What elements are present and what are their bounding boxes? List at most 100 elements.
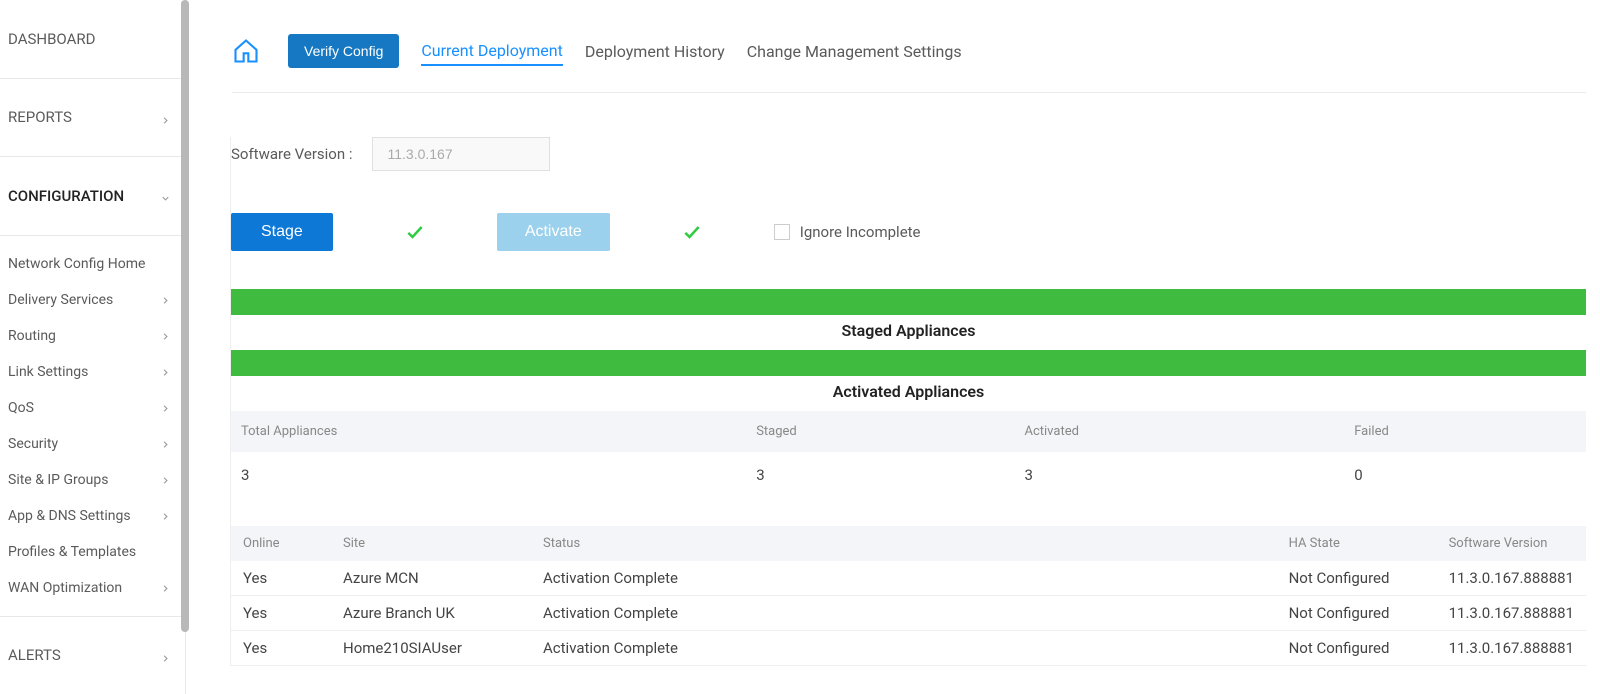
- software-version-input[interactable]: [372, 137, 550, 171]
- sidebar-item-qos[interactable]: QoS: [0, 390, 185, 426]
- table-row: 3 3 3 0: [231, 452, 1586, 498]
- verify-config-button[interactable]: Verify Config: [288, 34, 399, 68]
- table-header-row: Total Appliances Staged Activated Failed: [231, 411, 1586, 452]
- sidebar-item-app-dns-settings[interactable]: App & DNS Settings: [0, 498, 185, 534]
- cell-activated: 3: [1014, 452, 1344, 498]
- chevron-right-icon: [160, 510, 171, 521]
- table-row: Yes Azure MCN Activation Complete Not Co…: [231, 561, 1586, 596]
- details-table: Online Site Status HA State Software Ver…: [231, 526, 1586, 666]
- cell-site: Azure Branch UK: [331, 596, 531, 631]
- check-icon: [680, 222, 704, 242]
- col-activated: Activated: [1014, 411, 1344, 452]
- sidebar-item-network-config-home[interactable]: Network Config Home: [0, 246, 185, 282]
- table-row: Yes Azure Branch UK Activation Complete …: [231, 596, 1586, 631]
- sidebar-item-label: Site & IP Groups: [8, 472, 108, 488]
- tab-current-deployment[interactable]: Current Deployment: [421, 37, 562, 66]
- col-staged: Staged: [746, 411, 1014, 452]
- col-software-version: Software Version: [1437, 526, 1586, 561]
- check-icon: [403, 222, 427, 242]
- chevron-down-icon: [160, 190, 171, 201]
- ignore-incomplete-checkbox[interactable]: Ignore Incomplete: [774, 223, 921, 241]
- sidebar-item-label: Network Config Home: [8, 256, 145, 272]
- cell-online: Yes: [231, 596, 331, 631]
- cell-ha: Not Configured: [1277, 631, 1437, 666]
- chevron-right-icon: [160, 366, 171, 377]
- chevron-right-icon: [160, 294, 171, 305]
- staged-appliances-title: Staged Appliances: [231, 321, 1586, 340]
- cell-staged: 3: [746, 452, 1014, 498]
- tab-deployment-history[interactable]: Deployment History: [585, 38, 725, 65]
- sidebar-item-label: DASHBOARD: [8, 30, 95, 48]
- sidebar-item-label: CONFIGURATION: [8, 187, 124, 205]
- sidebar-item-label: Routing: [8, 328, 56, 344]
- software-version-label: Software Version :: [231, 145, 352, 163]
- cell-ver: 11.3.0.167.888881: [1437, 631, 1586, 666]
- sidebar-item-delivery-services[interactable]: Delivery Services: [0, 282, 185, 318]
- cell-online: Yes: [231, 561, 331, 596]
- sidebar-item-site-ip-groups[interactable]: Site & IP Groups: [0, 462, 185, 498]
- cell-status: Activation Complete: [531, 561, 1277, 596]
- cell-ha: Not Configured: [1277, 561, 1437, 596]
- sidebar-item-label: Security: [8, 436, 58, 452]
- sidebar-item-label: ALERTS: [8, 646, 61, 664]
- col-status: Status: [531, 526, 1277, 561]
- table-header-row: Online Site Status HA State Software Ver…: [231, 526, 1586, 561]
- sidebar-item-wan-optimization[interactable]: WAN Optimization: [0, 570, 185, 606]
- sidebar-item-security[interactable]: Security: [0, 426, 185, 462]
- col-total-appliances: Total Appliances: [231, 411, 746, 452]
- sidebar-scrollbar[interactable]: [181, 0, 189, 632]
- sidebar-item-routing[interactable]: Routing: [0, 318, 185, 354]
- checkbox-box[interactable]: [774, 224, 790, 240]
- sidebar-item-label: QoS: [8, 400, 34, 416]
- stage-button[interactable]: Stage: [231, 213, 333, 251]
- sidebar-item-label: WAN Optimization: [8, 580, 122, 596]
- chevron-right-icon: [160, 402, 171, 413]
- activated-progress-bar: [231, 350, 1586, 376]
- sidebar-sub: Network Config Home Delivery Services Ro…: [0, 236, 185, 606]
- sidebar-item-reports[interactable]: REPORTS: [0, 79, 185, 158]
- sidebar-item-label: Link Settings: [8, 364, 88, 380]
- sidebar-item-configuration[interactable]: CONFIGURATION: [0, 157, 185, 236]
- activate-button[interactable]: Activate: [497, 213, 610, 251]
- home-icon[interactable]: [232, 37, 260, 65]
- chevron-right-icon: [160, 112, 171, 123]
- sidebar-item-label: REPORTS: [8, 108, 72, 126]
- summary-table: Total Appliances Staged Activated Failed…: [231, 411, 1586, 498]
- sidebar-item-alerts[interactable]: ALERTS: [0, 616, 185, 694]
- table-row: Yes Home210SIAUser Activation Complete N…: [231, 631, 1586, 666]
- staged-progress-bar: [231, 289, 1586, 315]
- cell-ha: Not Configured: [1277, 596, 1437, 631]
- sidebar-item-label: Profiles & Templates: [8, 544, 136, 560]
- tabs-row: Verify Config Current Deployment Deploym…: [232, 34, 1586, 93]
- cell-ver: 11.3.0.167.888881: [1437, 561, 1586, 596]
- col-failed: Failed: [1344, 411, 1586, 452]
- col-site: Site: [331, 526, 531, 561]
- cell-site: Azure MCN: [331, 561, 531, 596]
- cell-online: Yes: [231, 631, 331, 666]
- checkbox-label: Ignore Incomplete: [800, 223, 921, 241]
- chevron-right-icon: [160, 474, 171, 485]
- activated-appliances-title: Activated Appliances: [231, 382, 1586, 401]
- sidebar-item-label: Delivery Services: [8, 292, 113, 308]
- content-area: Software Version : Stage Activate Ignore…: [230, 137, 1586, 666]
- sidebar: DASHBOARD REPORTS CONFIGURATION Network …: [0, 0, 186, 694]
- chevron-right-icon: [160, 438, 171, 449]
- cell-ver: 11.3.0.167.888881: [1437, 596, 1586, 631]
- col-online: Online: [231, 526, 331, 561]
- cell-status: Activation Complete: [531, 631, 1277, 666]
- chevron-right-icon: [160, 650, 171, 661]
- cell-status: Activation Complete: [531, 596, 1277, 631]
- cell-total: 3: [231, 452, 746, 498]
- sidebar-item-dashboard[interactable]: DASHBOARD: [0, 0, 185, 79]
- sidebar-item-link-settings[interactable]: Link Settings: [0, 354, 185, 390]
- cell-failed: 0: [1344, 452, 1586, 498]
- software-version-row: Software Version :: [231, 137, 1586, 171]
- chevron-right-icon: [160, 582, 171, 593]
- tab-change-management-settings[interactable]: Change Management Settings: [747, 38, 962, 65]
- sidebar-item-profiles-templates[interactable]: Profiles & Templates: [0, 534, 185, 570]
- main-content: Verify Config Current Deployment Deploym…: [186, 0, 1600, 694]
- action-row: Stage Activate Ignore Incomplete: [231, 213, 1586, 251]
- chevron-right-icon: [160, 330, 171, 341]
- cell-site: Home210SIAUser: [331, 631, 531, 666]
- sidebar-item-label: App & DNS Settings: [8, 508, 131, 524]
